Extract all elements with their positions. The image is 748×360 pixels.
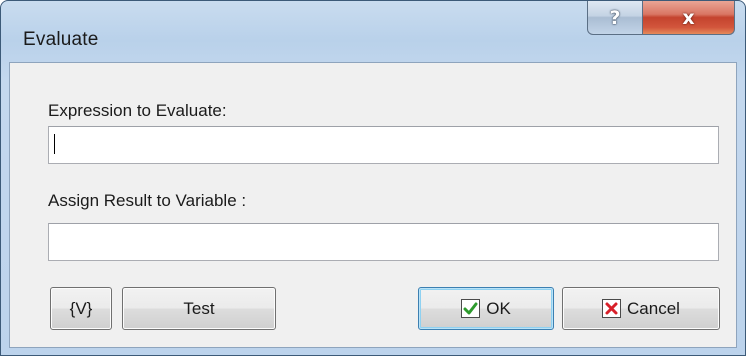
window-title: Evaluate [23, 29, 99, 50]
expression-input[interactable] [48, 126, 719, 164]
insert-variable-button[interactable]: {V} [50, 287, 112, 330]
result-variable-input[interactable] [48, 223, 719, 261]
expression-label: Expression to Evaluate: [48, 101, 227, 120]
title-bar[interactable]: Evaluate ? x [1, 1, 745, 61]
cancel-button[interactable]: Cancel [562, 287, 720, 330]
ok-button-label: OK [486, 298, 511, 318]
result-variable-label: Assign Result to Variable : [48, 191, 247, 210]
text-caret [54, 134, 55, 154]
close-icon: x [682, 6, 695, 29]
help-icon: ? [609, 6, 621, 29]
test-button[interactable]: Test [122, 287, 276, 330]
dialog-content: Expression to Evaluate: Assign Result to… [9, 62, 737, 348]
dialog-window: Evaluate ? x Expression to Evaluate: Ass… [0, 0, 746, 356]
insert-variable-label: {V} [69, 298, 93, 318]
cross-icon [602, 299, 622, 318]
help-button[interactable]: ? [587, 1, 643, 35]
ok-button[interactable]: OK [418, 287, 554, 330]
cancel-button-label: Cancel [627, 298, 680, 318]
checkmark-icon [461, 299, 481, 318]
close-button[interactable]: x [643, 1, 735, 35]
test-button-label: Test [183, 298, 215, 318]
caption-buttons: ? x [587, 1, 735, 35]
